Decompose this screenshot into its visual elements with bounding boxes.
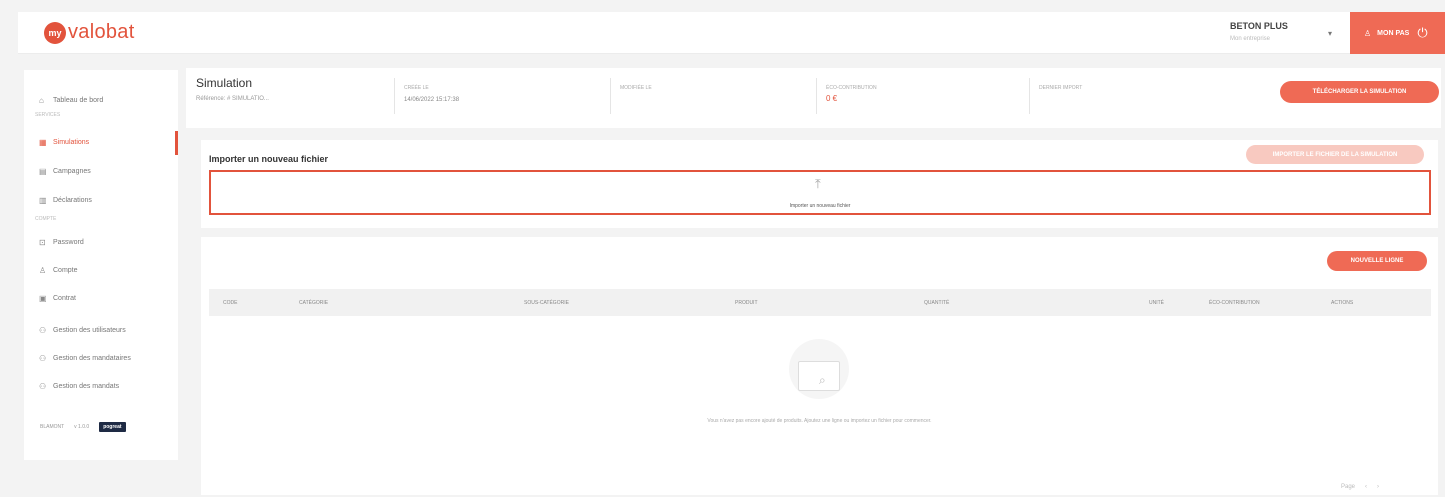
sidebar-item-label: Gestion des mandats: [53, 383, 120, 390]
column-header[interactable]: Quantité: [924, 300, 949, 306]
sidebar-item-label: Tableau de bord: [53, 97, 104, 104]
users-icon: ⚇: [39, 382, 47, 391]
divider: [394, 78, 395, 114]
column-header: Actions: [1331, 300, 1354, 306]
sidebar-item-label: Password: [53, 239, 84, 246]
pagination-label: Page: [1341, 484, 1356, 490]
created-label: Créée le: [404, 85, 429, 91]
column-header[interactable]: Sous-catégorie: [524, 300, 569, 306]
file-dropzone[interactable]: ⤒ Importer un nouveau fichier: [209, 170, 1431, 215]
lock-icon: ⊡: [39, 238, 46, 247]
user-menu[interactable]: ♙ MON PAS ⏻: [1350, 12, 1445, 54]
dropzone-label: Importer un nouveau fichier: [789, 203, 851, 209]
magnifier-icon: ⌕: [819, 373, 826, 387]
active-indicator: [175, 131, 178, 155]
user-icon: ♙: [39, 266, 47, 275]
pagination: Page ‹ ›: [1331, 484, 1379, 490]
column-header[interactable]: Catégorie: [299, 300, 328, 306]
eco-contribution-label: Éco-contribution: [826, 85, 877, 91]
sidebar-item-password[interactable]: ⊡ Password: [39, 238, 84, 247]
sidebar-item-users[interactable]: ⚇ Gestion des utilisateurs: [39, 326, 126, 335]
divider: [1029, 78, 1030, 114]
top-header: my valobat BETON PLUS Mon entreprise ▾ ♙…: [18, 12, 1445, 54]
document-icon: ▥: [39, 196, 47, 205]
users-icon: ⚇: [39, 354, 47, 363]
created-value: 14/06/2022 15:17:38: [404, 97, 460, 103]
chevron-right-icon[interactable]: ›: [1377, 484, 1379, 490]
sidebar-item-label: Contrat: [53, 295, 76, 302]
table-header: Code Catégorie Sous-catégorie Produit Qu…: [209, 289, 1431, 316]
eco-contribution-value: 0 €: [826, 94, 838, 103]
organization-subtitle: Mon entreprise: [1230, 36, 1271, 42]
column-header[interactable]: Éco-contribution: [1209, 300, 1260, 306]
column-header[interactable]: Produit: [735, 300, 758, 306]
sidebar-item-declarations[interactable]: ▥ Déclarations: [39, 196, 92, 205]
simulation-reference: Référence: # SIMULATIO...: [196, 96, 269, 102]
sidebar-item-agents[interactable]: ⚇ Gestion des mandataires: [39, 354, 131, 363]
version-label: v 1.0.0: [74, 424, 90, 430]
new-line-button[interactable]: NOUVELLE LIGNE: [1327, 251, 1427, 271]
import-simulation-file-button[interactable]: IMPORTER LE FICHIER DE LA SIMULATION: [1246, 145, 1424, 164]
empty-state-text: Vous n'avez pas encore ajouté de produit…: [707, 418, 932, 424]
user-icon: ♙: [1364, 28, 1372, 38]
contract-icon: ▣: [39, 294, 47, 303]
calculator-icon: ▦: [39, 138, 47, 147]
modified-label: Modifiée le: [620, 85, 652, 91]
folder-icon: ▤: [39, 167, 47, 176]
import-title: Importer un nouveau fichier: [209, 154, 329, 164]
sidebar-item-campaigns[interactable]: ▤ Campagnes: [39, 167, 91, 176]
users-icon: ⚇: [39, 326, 47, 335]
sidebar-item-label: Compte: [53, 267, 78, 274]
simulation-header: Simulation Référence: # SIMULATIO... Cré…: [186, 68, 1441, 128]
import-panel: Importer un nouveau fichier IMPORTER LE …: [201, 140, 1438, 228]
chevron-down-icon[interactable]: ▾: [1328, 29, 1332, 38]
sidebar-item-dashboard[interactable]: ⌂ Tableau de bord: [39, 96, 103, 105]
partner-badge: pogreat: [99, 422, 126, 432]
sidebar-item-label: Gestion des mandataires: [53, 355, 131, 362]
sidebar-item-mandates[interactable]: ⚇ Gestion des mandats: [39, 382, 119, 391]
last-import-label: Dernier import: [1039, 85, 1083, 91]
home-icon: ⌂: [39, 96, 44, 105]
products-table-panel: NOUVELLE LIGNE Code Catégorie Sous-catég…: [201, 237, 1438, 495]
sidebar-item-contract[interactable]: ▣ Contrat: [39, 294, 76, 303]
sidebar-footer: BLAMONT v 1.0.0 pogreat: [40, 422, 136, 432]
divider: [816, 78, 817, 114]
page-title: Simulation: [196, 76, 253, 90]
chevron-left-icon[interactable]: ‹: [1365, 484, 1367, 490]
logo-mark: my: [44, 21, 66, 44]
logo-text: valobat: [68, 21, 135, 43]
download-simulation-button[interactable]: TÉLÉCHARGER LA SIMULATION: [1280, 81, 1439, 103]
sidebar-section-account: Compte: [35, 216, 57, 222]
divider: [610, 78, 611, 114]
sidebar-section-services: Services: [35, 112, 61, 118]
sidebar-item-label: Déclarations: [53, 197, 92, 204]
column-header[interactable]: Code: [223, 300, 237, 306]
organization-name: BETON PLUS: [1230, 21, 1288, 31]
logout-icon[interactable]: ⏻: [1417, 25, 1427, 41]
upload-icon: ⤒: [815, 176, 821, 191]
app-logo[interactable]: my valobat: [44, 21, 135, 44]
sidebar: ⌂ Tableau de bord Services ▦ Simulations…: [24, 70, 178, 460]
user-name: MON PAS: [1377, 29, 1410, 37]
sidebar-item-label: Simulations: [53, 139, 90, 146]
column-header[interactable]: Unité: [1149, 300, 1164, 306]
sidebar-item-account[interactable]: ♙ Compte: [39, 266, 78, 275]
sidebar-item-simulations[interactable]: ▦ Simulations: [39, 138, 89, 147]
sidebar-item-label: Campagnes: [53, 168, 91, 175]
sidebar-item-label: Gestion des utilisateurs: [53, 327, 126, 334]
organization-selector[interactable]: BETON PLUS Mon entreprise: [1230, 21, 1320, 42]
footer-link[interactable]: BLAMONT: [40, 424, 64, 430]
